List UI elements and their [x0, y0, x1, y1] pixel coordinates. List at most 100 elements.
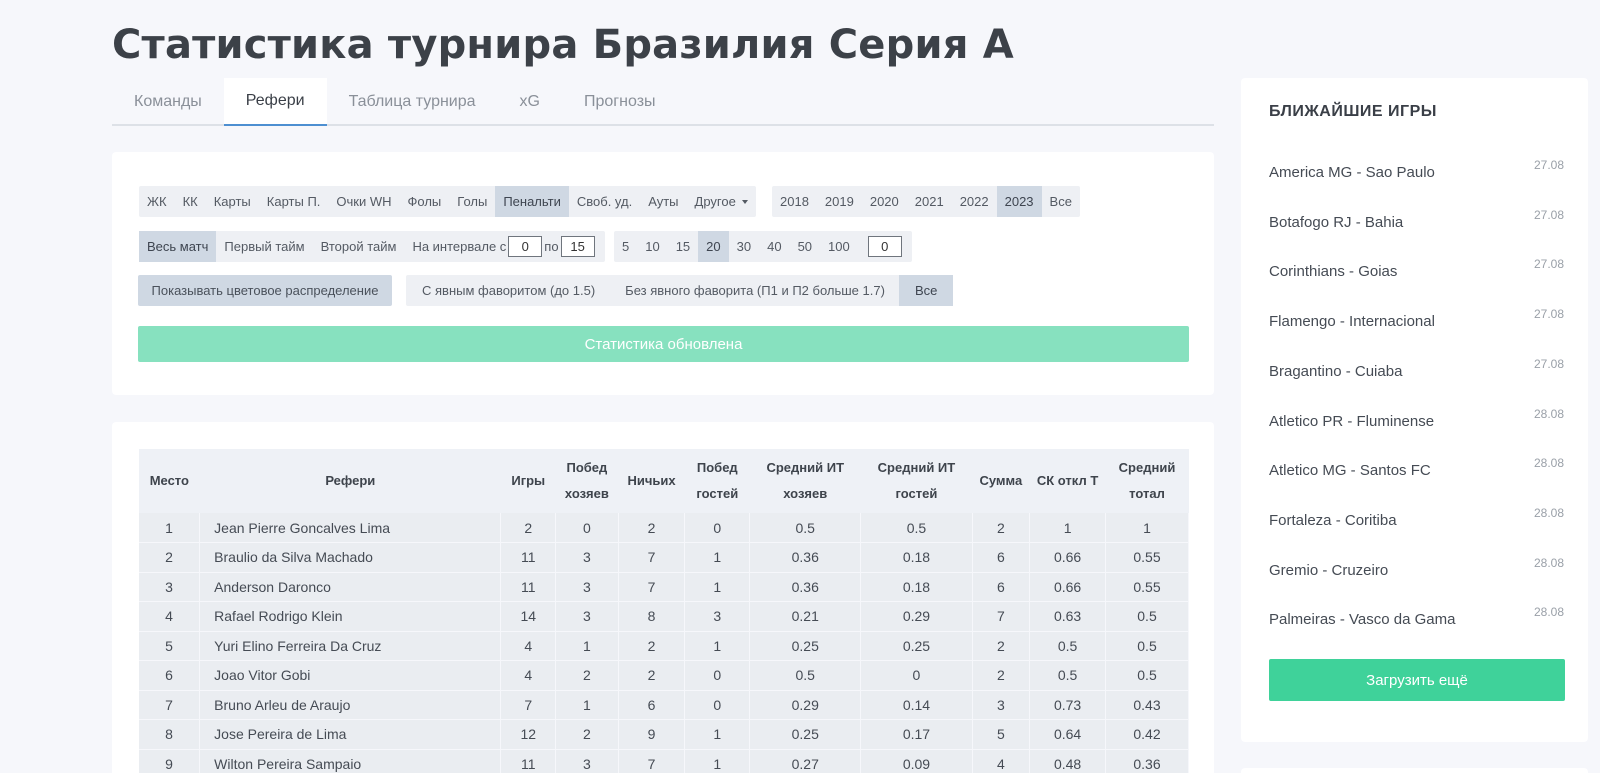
table-cell: 2	[972, 631, 1031, 661]
favorite-none-button[interactable]: Без явного фаворита (П1 и П2 больше 1.7)	[611, 275, 899, 306]
column-header[interactable]: Ничьих	[618, 449, 685, 513]
period-first-half-button[interactable]: Первый тайм	[216, 231, 312, 262]
table-cell: 4	[500, 660, 557, 691]
table-cell: 12	[500, 719, 557, 750]
table-cell: 0.29	[749, 690, 862, 720]
upcoming-game-item[interactable]: America MG - Sao Paulo 27.08	[1269, 158, 1564, 182]
count-20-button[interactable]: 20	[698, 231, 729, 262]
referee-name-cell[interactable]: Jean Pierre Goncalves Lima	[199, 513, 502, 543]
game-date: 27.08	[1533, 307, 1564, 322]
interval-to-input[interactable]	[560, 236, 595, 257]
upcoming-game-item[interactable]: Gremio - Cruzeiro 28.08	[1269, 556, 1564, 580]
stat-red-cards-button[interactable]: КК	[175, 186, 206, 217]
table-cell: 2	[139, 542, 201, 573]
table-cell: 0.36	[749, 572, 862, 602]
referee-name-cell[interactable]: Braulio da Silva Machado	[199, 542, 502, 573]
column-header[interactable]: Средний тотал	[1105, 449, 1189, 513]
interval-to-label: по	[544, 239, 559, 254]
upcoming-game-item[interactable]: Atletico PR - Fluminense 28.08	[1269, 407, 1564, 431]
period-full-match-button[interactable]: Весь матч	[139, 231, 217, 262]
column-header[interactable]: Игры	[500, 449, 556, 513]
favorite-clear-button[interactable]: С явным фаворитом (до 1.5)	[406, 275, 611, 306]
year-2018-button[interactable]: 2018	[772, 186, 817, 217]
column-header[interactable]: Сумма	[972, 449, 1030, 513]
tab-standings[interactable]: Таблица турнира	[327, 78, 498, 126]
stat-fouls-button[interactable]: Фолы	[400, 186, 450, 217]
game-date: 28.08	[1533, 555, 1564, 570]
table-row[interactable]: 7 Bruno Arleu de Araujo 7 1 6 0 0.29 0.14 3 0.73 0…	[139, 690, 1189, 720]
referee-name-cell[interactable]: Bruno Arleu de Araujo	[199, 690, 502, 720]
referee-name-cell[interactable]: Joao Vitor Gobi	[199, 660, 502, 691]
stat-other-dropdown[interactable]: Другое	[687, 186, 756, 217]
count-10-button[interactable]: 10	[637, 231, 667, 262]
tab-predictions[interactable]: Прогнозы	[562, 78, 678, 126]
table-cell: 2	[618, 660, 686, 691]
table-cell: 2	[500, 513, 557, 543]
favorite-group: С явным фаворитом (до 1.5) Без явного фа…	[406, 275, 954, 306]
column-header[interactable]: Средний ИТ хозяев	[749, 449, 861, 513]
favorite-all-button[interactable]: Все	[898, 275, 954, 306]
referee-name-cell[interactable]: Yuri Elino Ferreira Da Cruz	[199, 631, 502, 661]
table-row[interactable]: 3 Anderson Daronco 11 3 7 1 0.36 0.18 6 0.66 0.55	[139, 572, 1189, 602]
count-50-button[interactable]: 50	[790, 231, 820, 262]
table-cell: 3	[972, 690, 1031, 720]
column-header[interactable]: Побед хозяев	[555, 449, 619, 513]
table-row[interactable]: 9 Wilton Pereira Sampaio 11 3 7 1 0.27 0.09 4 0.4…	[139, 749, 1189, 773]
table-cell: 0.27	[749, 749, 862, 773]
upcoming-game-item[interactable]: Bragantino - Cuiaba 27.08	[1269, 357, 1564, 381]
stat-wh-points-button[interactable]: Очки WH	[328, 186, 399, 217]
year-2021-button[interactable]: 2021	[907, 186, 952, 217]
game-teams: Gremio - Cruzeiro	[1269, 561, 1389, 579]
count-15-button[interactable]: 15	[668, 231, 698, 262]
game-teams: Palmeiras - Vasco da Gama	[1269, 611, 1456, 629]
stat-cards-p-button[interactable]: Карты П.	[259, 186, 329, 217]
year-2019-button[interactable]: 2019	[817, 186, 862, 217]
table-row[interactable]: 5 Yuri Elino Ferreira Da Cruz 4 1 2 1 0.25 0.25…	[139, 631, 1189, 661]
table-row[interactable]: 2 Braulio da Silva Machado 11 3 7 1 0.36 0.18 6 0…	[139, 542, 1189, 573]
year-2023-button[interactable]: 2023	[996, 186, 1042, 217]
tab-xg[interactable]: xG	[498, 78, 562, 126]
upcoming-game-item[interactable]: Fortaleza - Coritiba 28.08	[1269, 506, 1564, 530]
upcoming-game-item[interactable]: Botafogo RJ - Bahia 27.08	[1269, 208, 1564, 232]
referee-name-cell[interactable]: Rafael Rodrigo Klein	[199, 601, 502, 632]
tab-teams[interactable]: Команды	[112, 78, 224, 126]
table-row[interactable]: 4 Rafael Rodrigo Klein 14 3 8 3 0.21 0.29 7 0.63 0…	[139, 601, 1189, 632]
year-2022-button[interactable]: 2022	[952, 186, 997, 217]
table-cell: 0.64	[1029, 719, 1106, 750]
count-custom-input[interactable]	[867, 236, 902, 257]
stat-cards-button[interactable]: Карты	[206, 186, 259, 217]
referee-name-cell[interactable]: Jose Pereira de Lima	[199, 719, 502, 750]
table-row[interactable]: 1 Jean Pierre Goncalves Lima 2 0 2 0 0.5 0.5 2 1 1	[139, 513, 1189, 543]
column-header[interactable]: Побед гостей	[684, 449, 750, 513]
load-more-button[interactable]: Загрузить ещё	[1269, 659, 1565, 701]
column-header[interactable]: СК откл Т	[1029, 449, 1106, 513]
upcoming-game-item[interactable]: Flamengo - Internacional 27.08	[1269, 307, 1564, 331]
interval-from-input[interactable]	[508, 236, 543, 257]
referee-name-cell[interactable]: Wilton Pereira Sampaio	[199, 749, 502, 773]
table-row[interactable]: 6 Joao Vitor Gobi 4 2 2 0 0.5 0 2 0.5 0.5	[139, 660, 1189, 691]
table-cell: 1	[684, 572, 751, 602]
count-100-button[interactable]: 100	[820, 231, 858, 262]
year-all-button[interactable]: Все	[1042, 186, 1080, 217]
upcoming-game-item[interactable]: Palmeiras - Vasco da Gama 28.08	[1269, 605, 1564, 629]
stat-throw-ins-button[interactable]: Ауты	[640, 186, 686, 217]
period-group: Весь матч Первый тайм Второй тайм На инт…	[139, 231, 605, 262]
year-2020-button[interactable]: 2020	[862, 186, 907, 217]
count-30-button[interactable]: 30	[729, 231, 759, 262]
column-header[interactable]: Средний ИТ гостей	[860, 449, 973, 513]
stat-goals-button[interactable]: Голы	[449, 186, 495, 217]
stat-penalties-button[interactable]: Пенальти	[495, 186, 569, 217]
column-header[interactable]: Место	[139, 449, 200, 513]
stat-free-kicks-button[interactable]: Своб. уд.	[569, 186, 640, 217]
table-row[interactable]: 8 Jose Pereira de Lima 12 2 9 1 0.25 0.17 5 0.64 0…	[139, 719, 1189, 750]
referee-name-cell[interactable]: Anderson Daronco	[199, 572, 502, 602]
tab-referees[interactable]: Рефери	[223, 78, 327, 126]
color-distribution-button[interactable]: Показывать цветовое распределение	[138, 275, 392, 306]
count-5-button[interactable]: 5	[614, 231, 637, 262]
column-header[interactable]: Рефери	[199, 449, 501, 513]
period-second-half-button[interactable]: Второй тайм	[313, 231, 405, 262]
upcoming-game-item[interactable]: Corinthians - Goias 27.08	[1269, 257, 1564, 281]
count-40-button[interactable]: 40	[759, 231, 789, 262]
stat-yellow-cards-button[interactable]: ЖК	[139, 186, 175, 217]
upcoming-game-item[interactable]: Atletico MG - Santos FC 28.08	[1269, 456, 1564, 480]
